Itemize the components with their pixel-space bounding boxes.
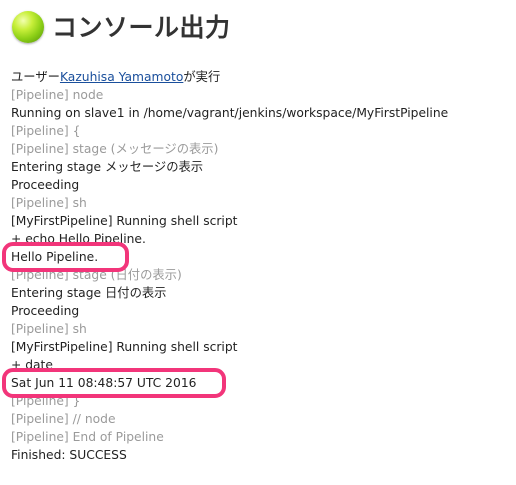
console-line: [MyFirstPipeline] Running shell script xyxy=(11,340,238,354)
started-by-line: ユーザーKazuhisa Yamamotoが実行 xyxy=(11,68,511,86)
console-line: Sat Jun 11 08:48:57 UTC 2016 xyxy=(11,376,197,390)
started-by-suffix: が実行 xyxy=(183,70,221,84)
pipeline-step-line: [Pipeline] // node xyxy=(11,412,116,426)
pipeline-step-line: [Pipeline] stage (メッセージの表示) xyxy=(11,142,219,156)
pipeline-step-line: [Pipeline] sh xyxy=(11,322,87,336)
pipeline-step-line: [Pipeline] sh xyxy=(11,196,87,210)
console-line: Running on slave1 in /home/vagrant/jenki… xyxy=(11,106,449,120)
pipeline-step-line: [Pipeline] node xyxy=(11,88,104,102)
user-link[interactable]: Kazuhisa Yamamoto xyxy=(60,70,183,84)
pipeline-step-line: [Pipeline] stage (日付の表示) xyxy=(11,268,182,282)
console-output: ユーザーKazuhisa Yamamotoが実行 [Pipeline] node… xyxy=(11,68,511,464)
page-title: コンソール出力 xyxy=(52,13,231,42)
console-line: + date xyxy=(11,358,53,372)
console-line: Proceeding xyxy=(11,304,80,318)
status-ball-green-icon xyxy=(12,11,44,43)
console-line: + echo Hello Pipeline. xyxy=(11,232,146,246)
console-line: [MyFirstPipeline] Running shell script xyxy=(11,214,238,228)
console-line: Finished: SUCCESS xyxy=(11,448,127,462)
page-header: コンソール出力 xyxy=(12,6,231,46)
pipeline-step-line: [Pipeline] } xyxy=(11,394,81,408)
console-line: Entering stage メッセージの表示 xyxy=(11,160,204,174)
pipeline-step-line: [Pipeline] { xyxy=(11,124,81,138)
log-lines: [Pipeline] node Running on slave1 in /hom… xyxy=(11,86,511,464)
console-line: Proceeding xyxy=(11,178,80,192)
console-line: Entering stage 日付の表示 xyxy=(11,286,167,300)
console-line: Hello Pipeline. xyxy=(11,250,99,264)
pipeline-step-line: [Pipeline] End of Pipeline xyxy=(11,430,164,444)
started-by-prefix: ユーザー xyxy=(11,70,60,84)
